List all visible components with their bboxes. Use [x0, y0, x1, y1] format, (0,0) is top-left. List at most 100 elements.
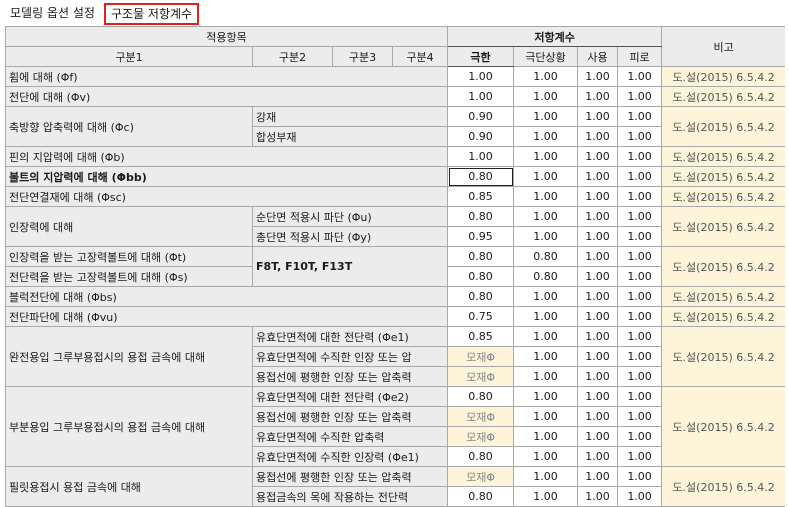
extreme-cell[interactable]: 1.00 [513, 166, 579, 187]
service-cell[interactable]: 1.00 [577, 166, 619, 187]
fatigue-cell[interactable]: 1.00 [617, 426, 663, 447]
ultimate-cell[interactable]: 1.00 [447, 86, 515, 107]
ultimate-cell[interactable]: 0.80 [447, 246, 515, 267]
fatigue-cell[interactable]: 1.00 [617, 266, 663, 287]
ultimate-cell[interactable]: 0.80 [447, 446, 515, 467]
service-cell[interactable]: 1.00 [577, 346, 619, 367]
tab-structure-resistance[interactable]: 구조물 저항계수 [104, 3, 200, 25]
fatigue-cell[interactable]: 1.00 [617, 386, 663, 407]
service-cell[interactable]: 1.00 [577, 406, 619, 427]
extreme-cell[interactable]: 1.00 [513, 426, 579, 447]
base-metal-cell[interactable]: 모재Φ [447, 346, 515, 367]
service-cell[interactable]: 1.00 [577, 246, 619, 267]
fatigue-cell[interactable]: 1.00 [617, 346, 663, 367]
service-cell[interactable]: 1.00 [577, 326, 619, 347]
service-cell[interactable]: 1.00 [577, 466, 619, 487]
ultimate-cell[interactable]: 0.80 [447, 266, 515, 287]
base-metal-cell[interactable]: 모재Φ [447, 426, 515, 447]
ultimate-cell[interactable]: 0.80 [447, 386, 515, 407]
table-row: 인장력을 받는 고장력볼트에 대해 (Φt) F8T, F10T, F13T 0… [5, 246, 785, 287]
base-metal-cell[interactable]: 모재Φ [447, 466, 515, 487]
extreme-cell[interactable]: 1.00 [513, 346, 579, 367]
extreme-cell[interactable]: 1.00 [513, 486, 579, 507]
service-cell[interactable]: 1.00 [577, 226, 619, 247]
service-cell[interactable]: 1.00 [577, 366, 619, 387]
ultimate-cell[interactable]: 0.90 [447, 106, 515, 127]
service-cell[interactable]: 1.00 [577, 486, 619, 507]
fatigue-cell[interactable]: 1.00 [617, 226, 663, 247]
ultimate-cell[interactable]: 0.85 [447, 326, 515, 347]
service-cell[interactable]: 1.00 [577, 86, 619, 107]
extreme-cell[interactable]: 1.00 [513, 306, 579, 327]
fatigue-cell[interactable]: 1.00 [617, 306, 663, 327]
fatigue-cell[interactable]: 1.00 [617, 126, 663, 147]
extreme-cell[interactable]: 1.00 [513, 406, 579, 427]
ultimate-cell[interactable]: 0.80 [447, 286, 515, 307]
extreme-cell[interactable]: 1.00 [513, 466, 579, 487]
service-cell[interactable]: 1.00 [577, 446, 619, 467]
ultimate-cell[interactable]: 0.80 [447, 166, 515, 187]
tab-modeling-options[interactable]: 모델링 옵션 설정 [6, 3, 99, 23]
resistance-grid: 적용항목 저항계수 비고 구분1 구분2 구분3 구분4 극한 극단상황 사용 … [5, 26, 785, 507]
ultimate-cell[interactable]: 0.90 [447, 126, 515, 147]
service-cell[interactable]: 1.00 [577, 146, 619, 167]
extreme-cell[interactable]: 1.00 [513, 66, 579, 87]
note-cell: 도.설(2015) 6.5.4.2 [661, 466, 785, 507]
extreme-cell[interactable]: 1.00 [513, 386, 579, 407]
fatigue-cell[interactable]: 1.00 [617, 406, 663, 427]
service-cell[interactable]: 1.00 [577, 386, 619, 407]
extreme-cell[interactable]: 1.00 [513, 146, 579, 167]
row-label: 인장력을 받는 고장력볼트에 대해 (Φt) [5, 246, 253, 267]
fatigue-cell[interactable]: 1.00 [617, 206, 663, 227]
extreme-cell[interactable]: 1.00 [513, 186, 579, 207]
service-cell[interactable]: 1.00 [577, 126, 619, 147]
fatigue-cell[interactable]: 1.00 [617, 466, 663, 487]
extreme-cell[interactable]: 1.00 [513, 126, 579, 147]
ultimate-cell[interactable]: 0.85 [447, 186, 515, 207]
ultimate-cell[interactable]: 1.00 [447, 66, 515, 87]
fatigue-cell[interactable]: 1.00 [617, 166, 663, 187]
fatigue-cell[interactable]: 1.00 [617, 106, 663, 127]
row-label: 볼트의 지압력에 대해 (Φbb) [5, 166, 449, 187]
fatigue-cell[interactable]: 1.00 [617, 146, 663, 167]
extreme-cell[interactable]: 1.00 [513, 366, 579, 387]
extreme-cell[interactable]: 1.00 [513, 446, 579, 467]
base-metal-cell[interactable]: 모재Φ [447, 406, 515, 427]
service-cell[interactable]: 1.00 [577, 306, 619, 327]
header-cat4: 구분4 [391, 46, 449, 67]
fatigue-cell[interactable]: 1.00 [617, 286, 663, 307]
ultimate-cell[interactable]: 0.95 [447, 226, 515, 247]
fatigue-cell[interactable]: 1.00 [617, 86, 663, 107]
fatigue-cell[interactable]: 1.00 [617, 486, 663, 507]
ultimate-cell[interactable]: 0.80 [447, 206, 515, 227]
fatigue-cell[interactable]: 1.00 [617, 186, 663, 207]
service-cell[interactable]: 1.00 [577, 286, 619, 307]
extreme-cell[interactable]: 1.00 [513, 106, 579, 127]
service-cell[interactable]: 1.00 [577, 66, 619, 87]
ultimate-cell[interactable]: 0.80 [447, 486, 515, 507]
extreme-cell[interactable]: 0.80 [513, 266, 579, 287]
ultimate-cell[interactable]: 0.75 [447, 306, 515, 327]
extreme-cell[interactable]: 1.00 [513, 86, 579, 107]
base-metal-cell[interactable]: 모재Φ [447, 366, 515, 387]
extreme-cell[interactable]: 1.00 [513, 226, 579, 247]
fatigue-cell[interactable]: 1.00 [617, 326, 663, 347]
note-cell: 도.설(2015) 6.5.4.2 [661, 206, 785, 247]
service-cell[interactable]: 1.00 [577, 186, 619, 207]
service-cell[interactable]: 1.00 [577, 426, 619, 447]
service-cell[interactable]: 1.00 [577, 266, 619, 287]
extreme-cell[interactable]: 1.00 [513, 286, 579, 307]
fatigue-cell[interactable]: 1.00 [617, 366, 663, 387]
fatigue-cell[interactable]: 1.00 [617, 246, 663, 267]
row-label: 인장력에 대해 [5, 206, 253, 247]
extreme-cell[interactable]: 0.80 [513, 246, 579, 267]
row-label: 전단력을 받는 고장력볼트에 대해 (Φs) [5, 266, 253, 287]
fatigue-cell[interactable]: 1.00 [617, 66, 663, 87]
service-cell[interactable]: 1.00 [577, 106, 619, 127]
service-cell[interactable]: 1.00 [577, 206, 619, 227]
fatigue-cell[interactable]: 1.00 [617, 446, 663, 467]
extreme-cell[interactable]: 1.00 [513, 326, 579, 347]
ultimate-cell[interactable]: 1.00 [447, 146, 515, 167]
table-row: 필릿용접시 용접 금속에 대해 용접선에 평행한 인장 또는 압축력 모재Φ 1… [5, 466, 785, 507]
extreme-cell[interactable]: 1.00 [513, 206, 579, 227]
